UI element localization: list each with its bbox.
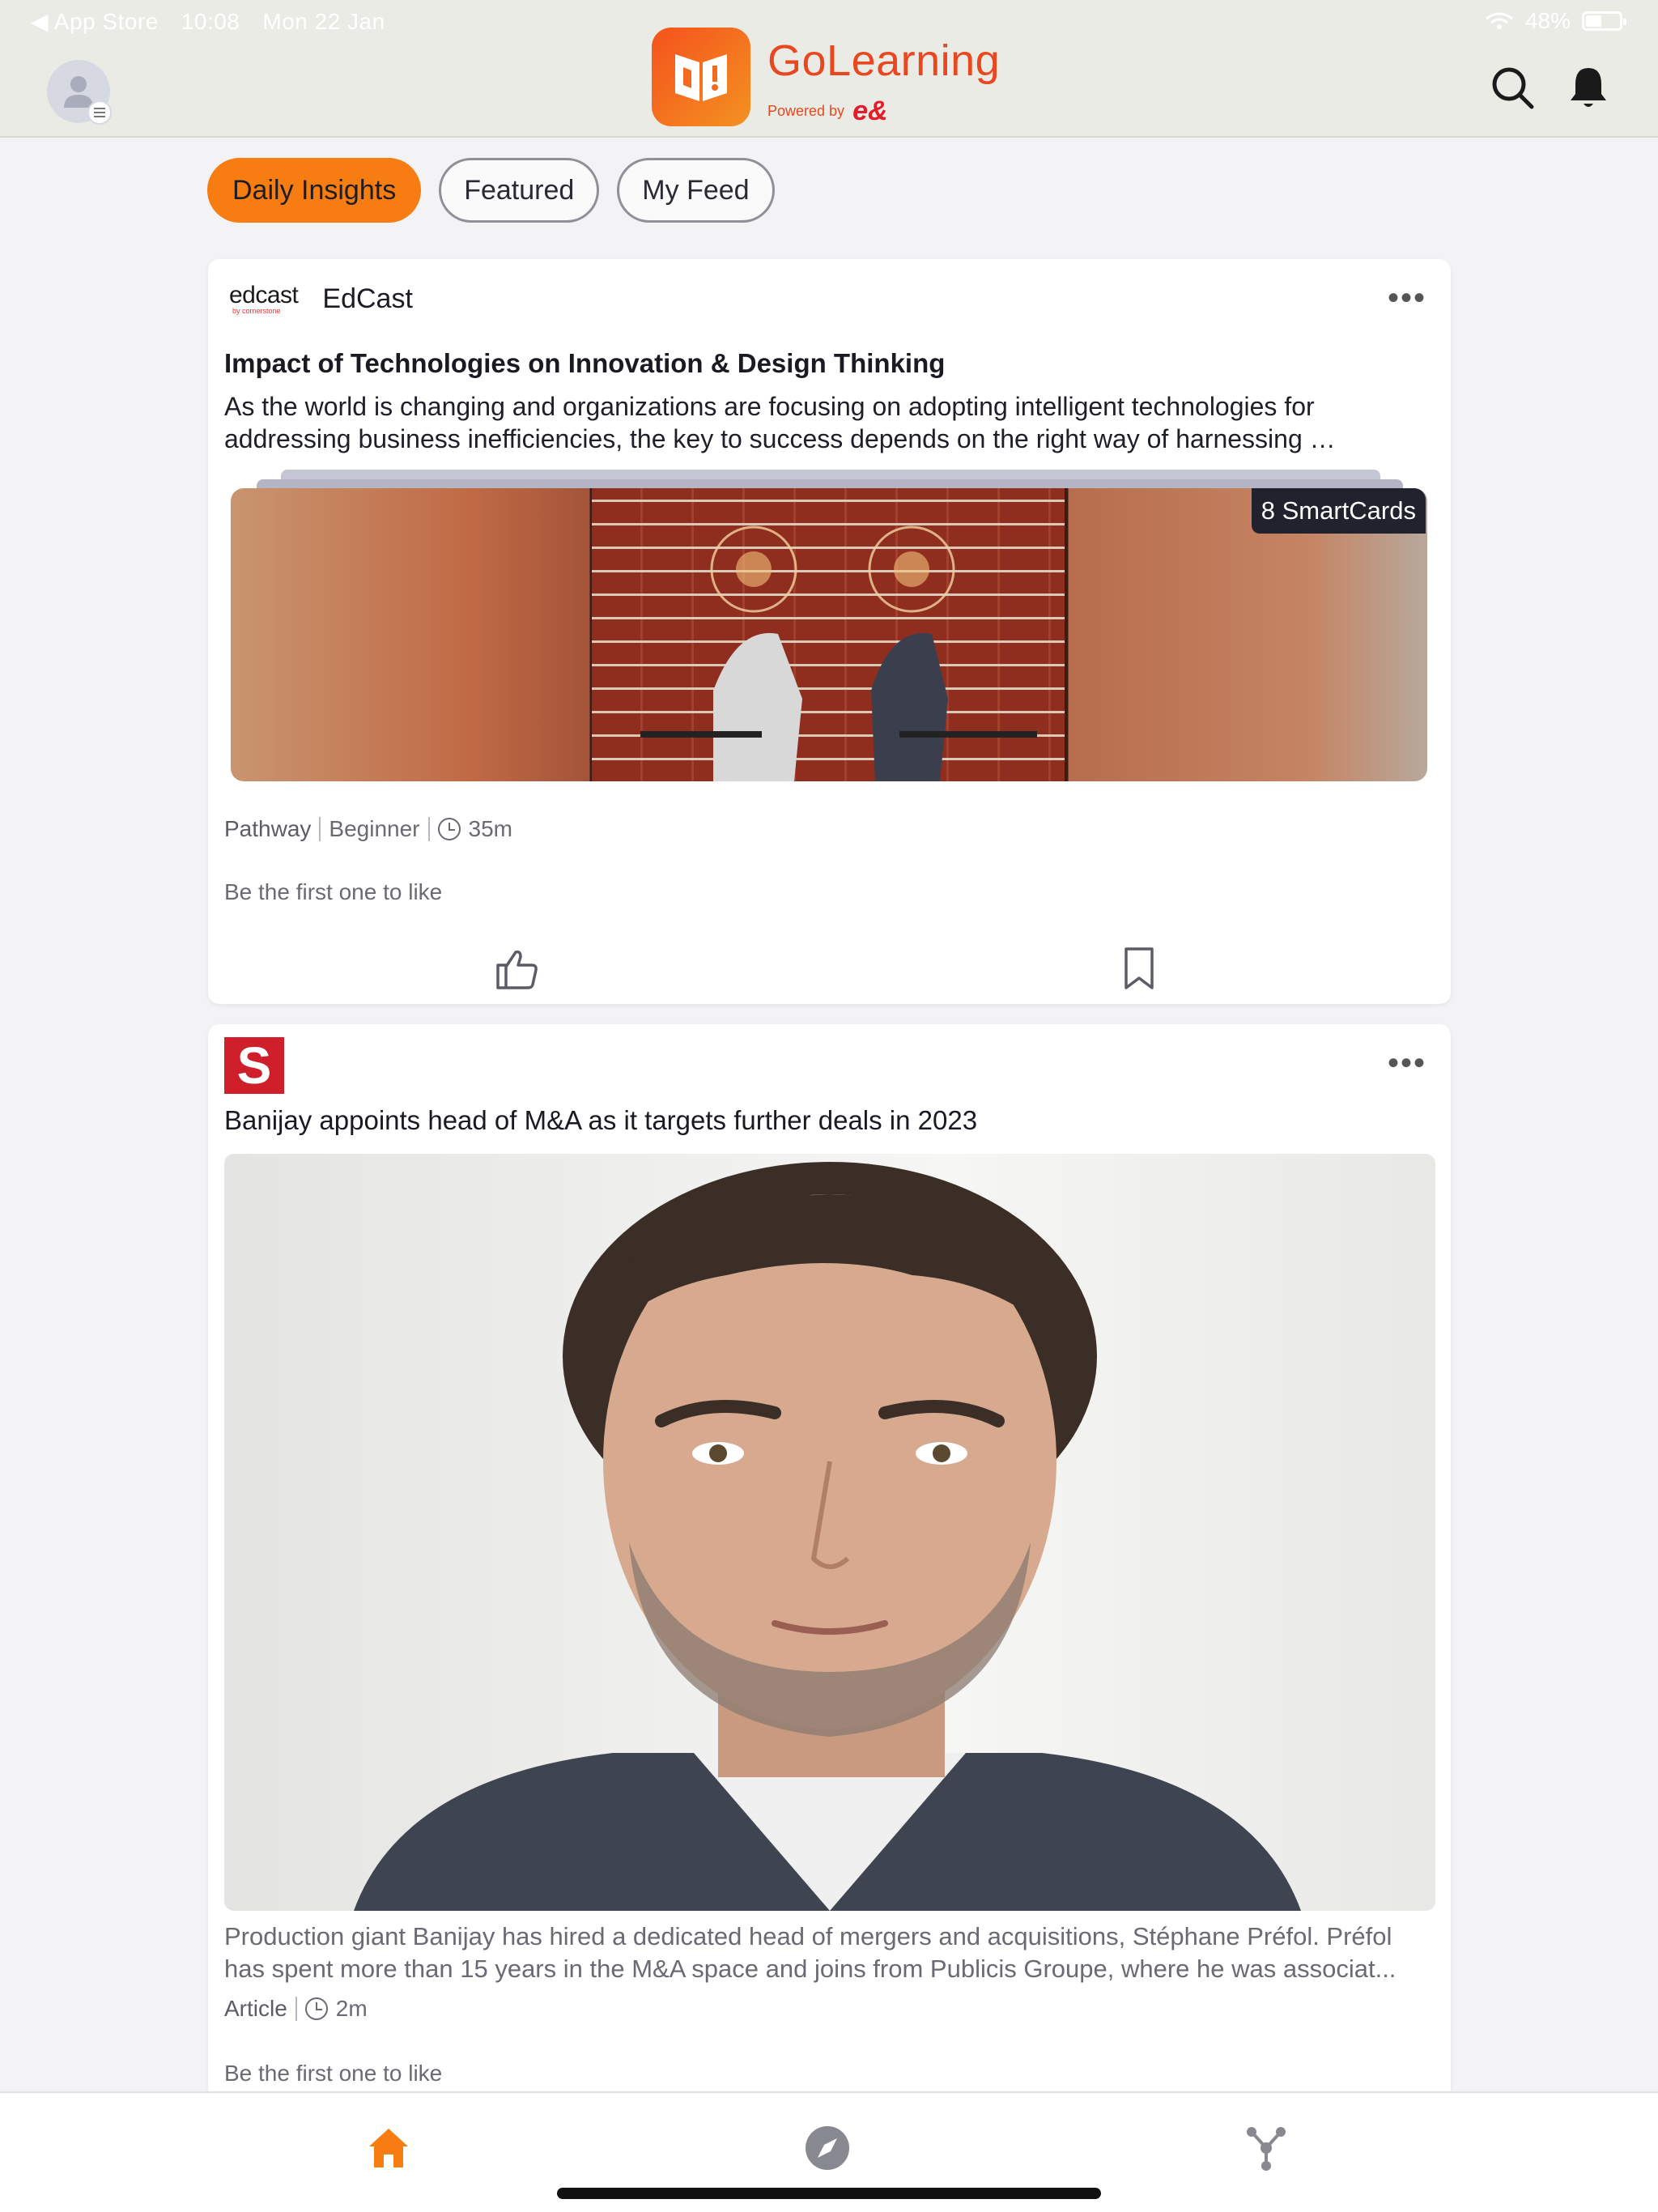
more-options-icon[interactable]: ••• (1388, 1045, 1426, 1082)
battery-icon (1582, 11, 1626, 31)
content-duration: 35m (468, 816, 512, 841)
bell-icon[interactable] (1564, 63, 1613, 112)
source-logo: S (224, 1036, 284, 1095)
content-level: Beginner (329, 816, 420, 841)
clock-icon (437, 818, 461, 840)
powered-by: Powered by e& (767, 97, 888, 125)
smartcards-badge: 8 SmartCards (1251, 488, 1426, 534)
golearning-logo-icon (652, 28, 750, 126)
back-to-app-store[interactable]: ◀ App Store (31, 8, 159, 35)
more-options-icon[interactable]: ••• (1388, 280, 1426, 317)
eand-logo: e& (852, 96, 888, 126)
status-time: 10:08 (181, 8, 240, 34)
tab-my-feed[interactable]: My Feed (617, 158, 775, 223)
clock-icon (304, 1997, 328, 2020)
app-header: ◀ App Store 10:08 Mon 22 Jan 48% GoLearn… (0, 0, 1658, 138)
likes-text: Be the first one to like (224, 879, 443, 904)
article-image[interactable] (224, 1154, 1435, 1911)
search-icon[interactable] (1488, 63, 1537, 112)
network-icon[interactable] (1240, 2122, 1292, 2174)
status-date: Mon 22 Jan (262, 8, 385, 34)
thumbnail-image (592, 488, 1065, 781)
source-name: EdCast (322, 283, 413, 314)
home-icon[interactable] (363, 2122, 414, 2174)
feed-card-pathway[interactable]: edcast by cornerstone EdCast ••• Impact … (208, 259, 1451, 1004)
status-bar-left: ◀ App Store 10:08 Mon 22 Jan (31, 8, 385, 35)
menu-icon (87, 100, 112, 125)
battery-percent: 48% (1524, 8, 1571, 33)
content-type: Article (224, 1996, 287, 2021)
like-icon[interactable] (491, 944, 540, 993)
card-title[interactable]: Banijay appoints head of M&A as it targe… (224, 1105, 977, 1136)
card-description: Production giant Banijay has hired a ded… (224, 1922, 1397, 1983)
tab-daily-insights[interactable]: Daily Insights (207, 158, 422, 223)
card-meta: Article 2m (224, 1996, 368, 2022)
wifi-icon (1486, 12, 1513, 29)
feed-tabs: Daily Insights Featured My Feed (207, 158, 775, 223)
powered-by-text: Powered by (767, 102, 845, 119)
card-thumbnail[interactable]: 8 SmartCards (231, 488, 1427, 781)
card-source: edcast by cornerstone EdCast (229, 283, 413, 315)
profile-avatar[interactable] (47, 60, 112, 125)
status-bar-right: 48% (1485, 8, 1626, 34)
tab-featured[interactable]: Featured (439, 158, 600, 223)
content-duration: 2m (335, 1996, 368, 2021)
card-description: As the world is changing and organizatio… (224, 392, 1336, 453)
card-title[interactable]: Impact of Technologies on Innovation & D… (224, 348, 945, 379)
compass-icon[interactable] (801, 2122, 853, 2174)
home-indicator[interactable] (557, 2188, 1101, 2199)
bookmark-icon[interactable] (1115, 944, 1163, 993)
feed-card-article[interactable]: S ••• Banijay appoints head of M&A as it… (208, 1024, 1451, 2101)
content-type: Pathway (224, 816, 312, 841)
brand-name: GoLearning (767, 36, 1001, 85)
card-meta: Pathway Beginner 35m (224, 816, 512, 842)
edcast-logo: edcast by cornerstone (229, 282, 299, 315)
likes-text: Be the first one to like (224, 2061, 443, 2086)
